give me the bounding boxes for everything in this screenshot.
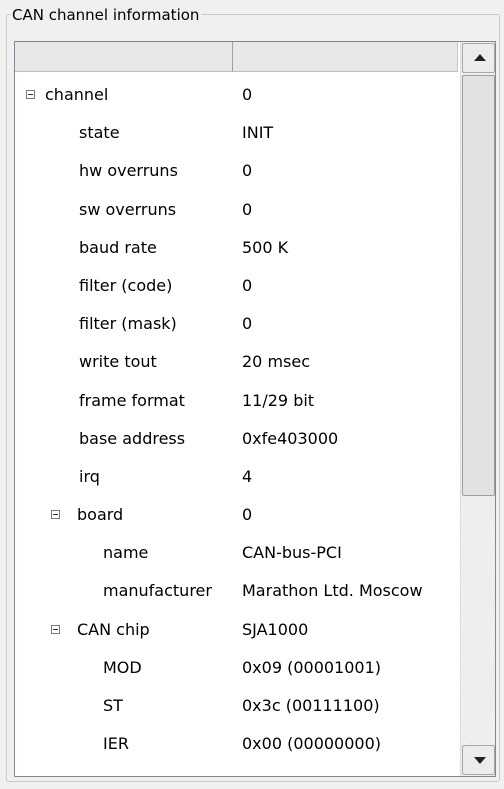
tree-row-value: 0 bbox=[242, 275, 253, 295]
tree-row[interactable]: base address 0xfe403000 bbox=[15, 420, 458, 458]
tree-row-name: baud rate bbox=[79, 237, 157, 257]
tree-row-name: write tout bbox=[79, 352, 157, 372]
tree-row-name: irq bbox=[79, 466, 100, 486]
tree-row-value: 0 bbox=[242, 505, 253, 525]
tree-row-value: 0x3c (00111100) bbox=[242, 696, 380, 715]
scroll-up-button[interactable] bbox=[462, 43, 495, 73]
tree-row[interactable]: channel 0 bbox=[15, 76, 458, 114]
tree-row[interactable]: name CAN-bus-PCI bbox=[15, 534, 458, 572]
tree-row[interactable]: state INIT bbox=[15, 114, 458, 152]
tree-row-value: 0 bbox=[242, 314, 253, 334]
tree-row-value: CAN-bus-PCI bbox=[242, 543, 342, 563]
tree-row-name: sw overruns bbox=[79, 199, 177, 219]
tree-row[interactable]: MOD 0x09 (00001001) bbox=[15, 649, 458, 687]
group-title: CAN channel information bbox=[10, 6, 202, 24]
tree-row-value: 0x00 (00000000) bbox=[242, 734, 382, 754]
tree-row[interactable]: manufacturer Marathon Ltd. Moscow bbox=[15, 572, 458, 610]
tree-rows: channel 0 state INIT hw overruns 0 sw overruns… bbox=[15, 76, 458, 763]
tree-row-value: 4 bbox=[242, 466, 253, 486]
scroll-thumb[interactable] bbox=[462, 75, 495, 496]
tree-row-value: 0x09 (00001001) bbox=[242, 657, 382, 677]
arrow-up-icon bbox=[474, 54, 486, 61]
tree-row[interactable]: baud rate 500 K bbox=[15, 229, 458, 267]
tree-row-value: Marathon Ltd. Moscow bbox=[242, 581, 423, 601]
tree-row-value: 20 msec bbox=[242, 352, 311, 372]
tree-row-value: 0 bbox=[242, 199, 253, 219]
tree-row[interactable]: filter (mask) 0 bbox=[15, 305, 458, 343]
tree-row-name: filter (code) bbox=[79, 275, 173, 295]
tree-row-name: channel bbox=[45, 85, 109, 104]
tree-row-name: board bbox=[77, 505, 124, 525]
tree-row[interactable]: CAN chip SJA1000 bbox=[15, 611, 458, 649]
tree-row-value: 0xfe403000 bbox=[242, 428, 339, 448]
tree-row-name: hw overruns bbox=[79, 161, 178, 181]
tree-row[interactable]: sw overruns 0 bbox=[15, 191, 458, 229]
tree-row[interactable]: filter (code) 0 bbox=[15, 267, 458, 305]
tree-row-value: 500 K bbox=[242, 237, 289, 257]
tree-row-name: CAN chip bbox=[77, 619, 150, 639]
vertical-scrollbar[interactable] bbox=[460, 42, 495, 776]
tree-row-name: ST bbox=[103, 696, 123, 715]
tree-row[interactable]: frame format 11/29 bit bbox=[15, 382, 458, 420]
collapse-icon[interactable] bbox=[51, 624, 60, 634]
arrow-down-icon bbox=[474, 757, 486, 764]
column-header-value[interactable] bbox=[233, 42, 458, 72]
tree-row[interactable]: ST 0x3c (00111100) bbox=[15, 687, 458, 725]
tree-row[interactable]: IER 0x00 (00000000) bbox=[15, 725, 458, 763]
tree-row[interactable]: irq 4 bbox=[15, 458, 458, 496]
tree-row-name: MOD bbox=[103, 657, 142, 677]
collapse-icon[interactable] bbox=[51, 510, 60, 520]
tree-row[interactable]: write tout 20 msec bbox=[15, 343, 458, 381]
tree-row-name: IER bbox=[103, 734, 129, 754]
tree-row-value: SJA1000 bbox=[242, 619, 309, 639]
tree-row-name: state bbox=[79, 123, 120, 143]
collapse-icon[interactable] bbox=[26, 90, 35, 99]
scroll-down-button[interactable] bbox=[462, 745, 495, 775]
tree-row-value: 0 bbox=[242, 161, 253, 181]
tree-row[interactable]: board 0 bbox=[15, 496, 458, 534]
tree-row-value: INIT bbox=[242, 123, 274, 143]
tree-row[interactable]: hw overruns 0 bbox=[15, 152, 458, 190]
tree-row-name: base address bbox=[79, 428, 186, 448]
tree-row-value: 11/29 bit bbox=[242, 390, 315, 410]
channel-info-tree[interactable]: channel 0 state INIT hw overruns 0 sw overruns… bbox=[14, 41, 496, 777]
tree-row-name: frame format bbox=[79, 390, 185, 410]
tree-row-name: name bbox=[103, 543, 149, 563]
tree-row-name: manufacturer bbox=[103, 581, 212, 601]
tree-row-value: 0 bbox=[242, 85, 253, 104]
tree-row-name: filter (mask) bbox=[79, 314, 177, 334]
column-header-name[interactable] bbox=[15, 42, 233, 72]
